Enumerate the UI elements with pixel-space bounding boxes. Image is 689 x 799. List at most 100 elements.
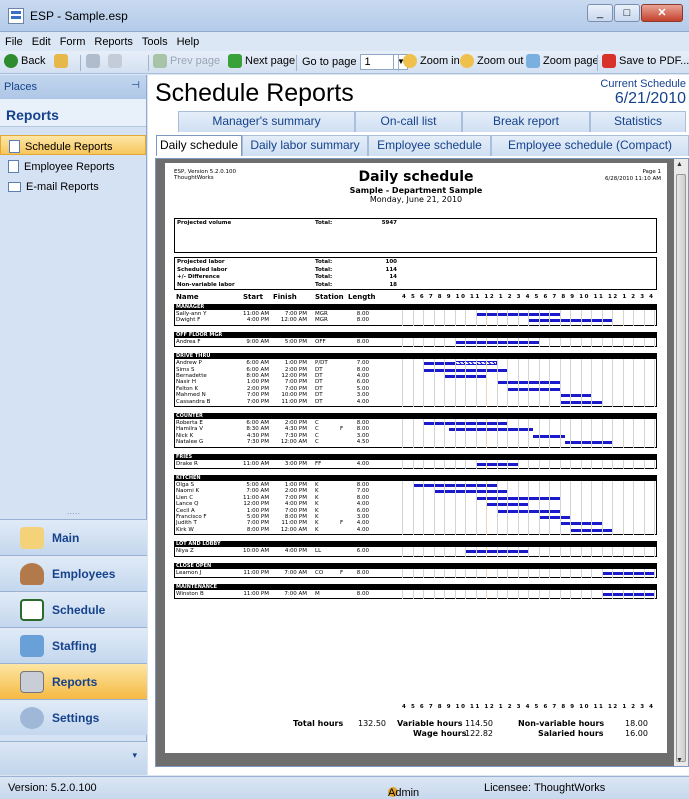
- grid-line: [444, 310, 445, 326]
- sidebar-item-email-reports[interactable]: E-mail Reports: [0, 175, 146, 195]
- next-page-button[interactable]: Next page: [228, 54, 295, 68]
- grid-line: [454, 419, 456, 448]
- col-start: Start: [243, 293, 263, 301]
- menu-edit[interactable]: Edit: [27, 33, 55, 48]
- cut-button[interactable]: [86, 54, 103, 68]
- chevron-down-icon[interactable]: ▾: [0, 741, 147, 775]
- grid-line: [507, 359, 508, 407]
- grid-line: [601, 590, 603, 600]
- nav-button-staffing[interactable]: Staffing: [0, 627, 147, 663]
- menu-form[interactable]: Form: [55, 33, 90, 48]
- goto-page-input[interactable]: 1: [360, 54, 395, 70]
- projected-volume-total: 5947: [381, 220, 397, 226]
- grid-line: [559, 547, 561, 557]
- scroll-down-icon[interactable]: ▼: [676, 757, 683, 764]
- scroll-thumb[interactable]: [676, 174, 686, 762]
- menu-help[interactable]: Help: [172, 33, 204, 48]
- copy-button[interactable]: [108, 54, 125, 68]
- grid-line: [517, 359, 519, 407]
- title-bar: ESP - Sample.esp _ □ ✕: [0, 0, 689, 32]
- save-pdf-button[interactable]: Save to PDF...: [602, 54, 689, 68]
- nav-button-main[interactable]: Main: [0, 519, 147, 555]
- vertical-scrollbar[interactable]: ▲ ▼: [674, 159, 688, 766]
- menu-tools[interactable]: Tools: [137, 33, 172, 48]
- pdf-icon: [602, 54, 616, 68]
- group-box: [174, 359, 657, 407]
- menu-bar: File Edit Form Reports Tools Help: [0, 33, 689, 51]
- labor-row-total-label: Total:: [315, 274, 333, 280]
- tab-daily-labor-summary[interactable]: Daily labor summary: [242, 135, 368, 156]
- labor-row-label: +/- Difference: [177, 274, 220, 280]
- grid-line: [507, 590, 508, 600]
- prev-page-button[interactable]: Prev page: [153, 54, 220, 68]
- group-box: [174, 459, 657, 469]
- grid-line: [433, 590, 435, 600]
- document-icon: [8, 160, 19, 173]
- grid-line: [591, 310, 592, 326]
- tab-break-report[interactable]: Break report: [462, 111, 590, 132]
- grid-line: [507, 310, 508, 326]
- scroll-up-icon[interactable]: ▲: [676, 161, 683, 168]
- grid-line: [654, 359, 655, 407]
- pin-icon[interactable]: ⊣: [131, 80, 140, 91]
- tab-employee-schedule[interactable]: Employee schedule: [368, 135, 491, 156]
- zoom-page-icon: [526, 54, 540, 68]
- nav-button-employees[interactable]: Employees: [0, 555, 147, 591]
- tab-statistics[interactable]: Statistics: [590, 111, 686, 132]
- grid-line: [601, 419, 603, 448]
- zoom-in-button[interactable]: Zoom in: [403, 54, 460, 68]
- grid-line: [465, 459, 466, 469]
- grid-line: [570, 547, 571, 557]
- sidebar-item-schedule-reports[interactable]: Schedule Reports: [0, 135, 146, 155]
- nonvariable-hours-value: 18.00: [625, 719, 648, 728]
- tab-employee-schedule-compact[interactable]: Employee schedule (Compact): [491, 135, 689, 156]
- grid-line: [517, 459, 519, 469]
- grid-line: [591, 481, 592, 536]
- grid-line: [475, 359, 477, 407]
- grid-line: [517, 481, 519, 536]
- minimize-button[interactable]: _: [587, 4, 613, 22]
- nav-button-schedule[interactable]: Schedule: [0, 591, 147, 627]
- nav-button-reports[interactable]: Reports: [0, 663, 147, 699]
- grid-line: [528, 547, 529, 557]
- hours-axis-top: 4 5 6 7 8 9 10 11 12 1 2 3 4 5 6 7 8 9 1…: [402, 294, 655, 300]
- zoom-in-icon: [403, 54, 417, 68]
- grid-line: [433, 547, 435, 557]
- labor-row-total-label: Total:: [315, 281, 333, 288]
- grid-line: [433, 419, 435, 448]
- sidebar-splitter[interactable]: ·····: [0, 510, 147, 518]
- grid-line: [633, 459, 634, 469]
- grid-line: [444, 547, 445, 557]
- tab-managers-summary[interactable]: Manager's summary: [178, 111, 355, 132]
- close-button[interactable]: ✕: [641, 4, 683, 22]
- menu-reports[interactable]: Reports: [89, 33, 137, 48]
- back-button[interactable]: Back: [4, 54, 45, 68]
- tab-daily-schedule[interactable]: Daily schedule: [156, 135, 242, 156]
- grid-line: [412, 459, 414, 469]
- grid-line: [475, 459, 477, 469]
- grid-line: [570, 481, 571, 536]
- grid-line: [633, 337, 634, 348]
- labor-row-label: Projected labor: [177, 259, 225, 265]
- menu-file[interactable]: File: [0, 33, 27, 48]
- grid-line: [612, 359, 613, 407]
- page-title: Schedule Reports: [155, 79, 354, 107]
- zoom-page-button[interactable]: Zoom page: [526, 54, 599, 68]
- home-button[interactable]: [54, 54, 71, 68]
- grid-line: [402, 590, 403, 600]
- grid-line: [643, 590, 645, 600]
- grid-line: [454, 337, 456, 348]
- grid-line: [486, 419, 487, 448]
- sidebar-item-employee-reports[interactable]: Employee Reports: [0, 155, 146, 175]
- back-arrow-icon: [4, 54, 18, 68]
- grid-line: [475, 419, 477, 448]
- zoom-out-button[interactable]: Zoom out: [460, 54, 523, 68]
- nav-button-settings[interactable]: Settings: [0, 699, 147, 735]
- grid-line: [433, 481, 435, 536]
- tab-on-call-list[interactable]: On-call list: [355, 111, 462, 132]
- grid-line: [538, 547, 540, 557]
- grid-line: [402, 419, 403, 448]
- report-title: Daily schedule: [358, 169, 474, 185]
- maximize-button[interactable]: □: [614, 4, 640, 22]
- grid-line: [570, 337, 571, 348]
